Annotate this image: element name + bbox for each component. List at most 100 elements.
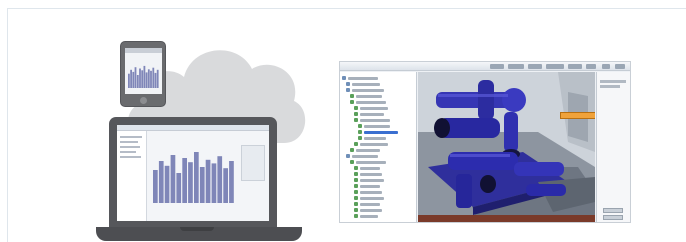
tablet-icon <box>120 41 166 107</box>
tree-item[interactable] <box>340 94 416 99</box>
tree-item[interactable] <box>340 184 416 189</box>
content-frame <box>7 8 686 242</box>
tree-item[interactable] <box>340 208 416 213</box>
tree-item[interactable] <box>340 214 416 219</box>
chart-bar <box>153 170 158 203</box>
chart-bar <box>134 67 137 88</box>
tree-node-icon <box>346 82 350 86</box>
tree-node-icon <box>350 94 354 98</box>
chart-bar <box>130 69 132 88</box>
chart-bar <box>223 168 228 203</box>
tree-item[interactable] <box>340 202 416 207</box>
tablet-chart <box>128 65 159 88</box>
tree-item-label <box>352 155 378 158</box>
chart-bar <box>188 162 193 203</box>
chart-bar <box>205 159 211 203</box>
tree-node-icon <box>354 106 358 110</box>
tree-item-label <box>360 203 380 206</box>
tree-item-label <box>360 143 388 146</box>
chart-bar <box>143 65 146 88</box>
cloud-devices-illustration <box>88 23 310 242</box>
tree-item[interactable] <box>340 130 416 135</box>
tree-node-icon <box>346 88 350 92</box>
tree-node-icon <box>354 166 358 170</box>
tree-node-icon <box>354 208 358 212</box>
tree-node-icon <box>354 184 358 188</box>
tree-item-label <box>360 209 382 212</box>
chart-bar <box>152 67 155 88</box>
chart-bar <box>176 173 182 203</box>
tree-item[interactable] <box>340 82 416 87</box>
tree-node-icon <box>354 202 358 206</box>
tree-item[interactable] <box>340 196 416 201</box>
tree-item[interactable] <box>340 154 416 159</box>
tree-item[interactable] <box>340 118 416 123</box>
tree-item-label <box>356 161 386 164</box>
tree-node-icon <box>354 190 358 194</box>
tree-item[interactable] <box>340 100 416 105</box>
laptop-icon <box>109 117 277 229</box>
tree-item-label <box>360 179 384 182</box>
chart-bar <box>150 70 152 88</box>
chart-bar <box>141 70 144 88</box>
tree-item[interactable] <box>340 178 416 183</box>
selection-callout <box>560 112 595 119</box>
tree-node-icon <box>354 112 358 116</box>
tree-item[interactable] <box>340 160 416 165</box>
laptop-notch <box>180 227 214 231</box>
tree-node-icon <box>354 178 358 182</box>
tree-node-icon <box>354 142 358 146</box>
tree-item[interactable] <box>340 190 416 195</box>
tree-item-label <box>356 101 386 104</box>
tree-node-icon <box>342 76 346 80</box>
tree-item[interactable] <box>340 148 416 153</box>
tree-item[interactable] <box>340 106 416 111</box>
chart-bar <box>145 72 148 88</box>
chart-bar <box>156 69 159 88</box>
tree-item-label <box>352 89 384 92</box>
tree-item[interactable] <box>340 136 416 141</box>
tree-item-label <box>360 113 384 116</box>
laptop-chart <box>153 152 234 203</box>
tablet-home-button <box>140 97 147 104</box>
tree-node-icon <box>350 160 354 164</box>
tree-item[interactable] <box>340 166 416 171</box>
tree-item-label <box>360 167 380 170</box>
tree-node-icon <box>358 136 362 140</box>
tree-node-icon <box>358 130 362 134</box>
chart-bar <box>128 73 130 88</box>
chart-bar <box>164 165 170 203</box>
tree-node-icon <box>354 196 358 200</box>
tree-item[interactable] <box>340 142 416 147</box>
tablet-screen <box>125 48 162 94</box>
chart-bar <box>139 68 141 88</box>
tree-node-icon <box>350 148 354 152</box>
chart-bar <box>194 152 199 203</box>
chart-bar <box>217 156 223 203</box>
chart-bar <box>182 158 187 203</box>
tree-item[interactable] <box>340 172 416 177</box>
tree-item-label <box>360 107 388 110</box>
tree-item[interactable] <box>340 76 416 81</box>
tree-node-icon <box>350 100 354 104</box>
pump-model-image <box>418 72 595 222</box>
tree-node-icon <box>346 154 350 158</box>
tree-item[interactable] <box>340 124 416 129</box>
app-toolbar <box>340 62 630 71</box>
tree-item[interactable] <box>340 112 416 117</box>
tree-node-icon <box>354 118 358 122</box>
tree-item-label <box>364 125 390 128</box>
3d-app-screenshot <box>339 61 631 223</box>
chart-bar <box>158 161 164 203</box>
chart-bar <box>199 167 205 203</box>
chart-bar <box>229 161 234 203</box>
tree-item-label <box>356 149 380 152</box>
tree-item-label <box>360 215 378 218</box>
tree-item-label <box>352 83 380 86</box>
chart-bar <box>211 163 217 203</box>
properties-panel <box>596 72 630 222</box>
chart-bar <box>170 155 176 203</box>
chart-bar <box>132 71 135 88</box>
tree-item[interactable] <box>340 88 416 93</box>
tree-node-icon <box>354 214 358 218</box>
